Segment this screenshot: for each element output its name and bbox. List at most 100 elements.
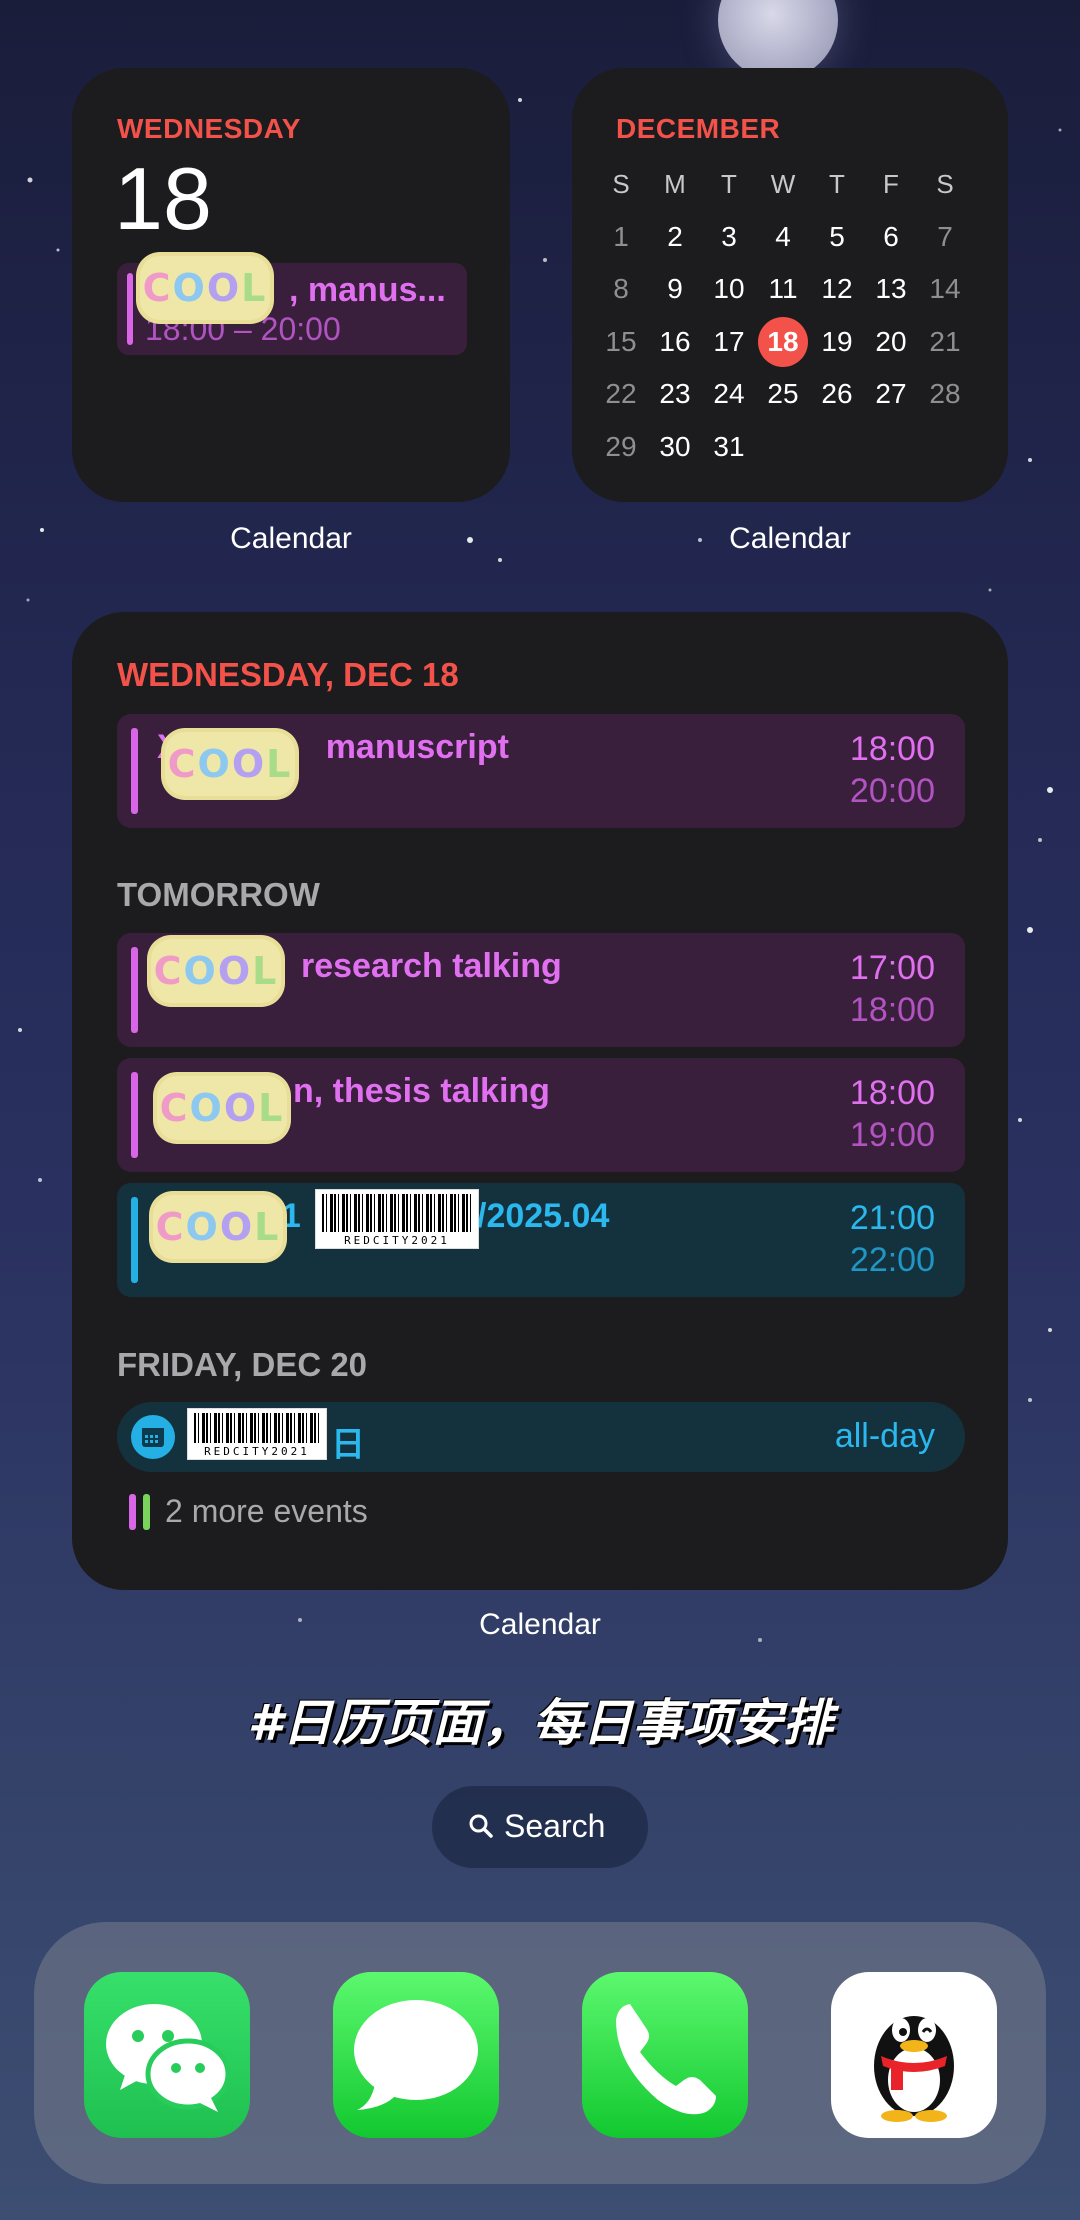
month-day: 3: [702, 221, 756, 253]
month-day-number: 12: [821, 273, 853, 305]
calendar-day-widget[interactable]: WEDNESDAY 18 , manus... 18:00 – 20:00 CO…: [72, 68, 510, 502]
month-day-number: 11: [768, 273, 798, 305]
weekday-header: T: [829, 168, 845, 199]
barcode-lines: [322, 1194, 472, 1232]
month-day: 2: [648, 221, 702, 253]
messages-app-icon[interactable]: [333, 1972, 499, 2138]
dock: [34, 1922, 1046, 2184]
month-widget-caption: Calendar: [729, 522, 851, 555]
month-day: 5: [810, 221, 864, 253]
month-day: 10: [702, 273, 756, 305]
calendar-icon: [131, 1415, 175, 1459]
month-day-number: 8: [613, 273, 629, 305]
month-week-row: 22 23 24 25 26 27 28: [594, 368, 984, 421]
month-day-number: 23: [659, 378, 691, 410]
event-title: /2025.04: [477, 1197, 610, 1235]
event-start-time: 21:00: [849, 1199, 935, 1237]
day-widget-date: 18: [114, 149, 212, 248]
month-day-number: 25: [767, 378, 799, 410]
month-day: 20: [864, 326, 918, 358]
month-day-number: 10: [713, 273, 745, 305]
month-week-row: 15 16 17 18 19 20 21: [594, 316, 984, 369]
phone-app-icon[interactable]: [582, 1972, 748, 2138]
weekday-header: M: [664, 168, 686, 199]
month-day: 26: [810, 378, 864, 410]
month-day-number: 7: [937, 220, 953, 252]
event-end-time: 22:00: [849, 1241, 935, 1279]
cool-sticker-overlay: COOL: [151, 939, 281, 1003]
month-day-number: 28: [929, 378, 961, 410]
weekday-header: S: [936, 168, 954, 199]
month-day: 14: [918, 273, 972, 305]
month-day: 11: [756, 273, 810, 305]
month-day: 23: [648, 378, 702, 410]
month-day-number: 27: [875, 378, 907, 410]
cool-sticker-overlay: COOL: [153, 1195, 283, 1259]
event-color-bar: [131, 728, 138, 814]
month-day: 13: [864, 273, 918, 305]
event-title: research talking: [301, 947, 562, 985]
event-color-bar: [127, 273, 133, 345]
allday-label: all-day: [834, 1417, 935, 1455]
month-day: 4: [756, 221, 810, 253]
barcode-lines: [194, 1413, 320, 1443]
allday-event-row[interactable]: 日 all-day REDCITY2021: [117, 1402, 965, 1472]
tomorrow-header: TOMORROW: [117, 876, 320, 913]
event-row[interactable]: 31 /2025.04 21:00 22:00 COOL REDCITY2021: [117, 1183, 965, 1297]
month-day: 31: [702, 431, 756, 463]
month-day-number: 15: [605, 325, 637, 357]
month-day-number: 31: [713, 430, 745, 462]
event-row[interactable]: n, thesis talking 18:00 19:00 COOL: [117, 1058, 965, 1172]
search-button[interactable]: Search: [432, 1786, 648, 1868]
month-day-number: 18: [758, 316, 808, 367]
event-end-time: 19:00: [849, 1116, 935, 1154]
month-day: 22: [594, 378, 648, 410]
month-day: 28: [918, 378, 972, 410]
more-color-bar-green: [143, 1494, 150, 1530]
month-weekday-header-row: SMTWTFS: [594, 158, 984, 211]
month-day-number: 26: [821, 378, 853, 410]
calendar-list-widget[interactable]: WEDNESDAY, DEC 18 Xmanuscript 18:00 20:0…: [72, 612, 1008, 1590]
month-day: 6: [864, 221, 918, 253]
month-day: 7: [918, 221, 972, 253]
barcode-text: REDCITY2021: [344, 1234, 450, 1247]
month-day-number: 30: [659, 430, 691, 462]
month-day-number: 17: [713, 325, 745, 357]
more-color-bar-pink: [129, 1494, 136, 1530]
allday-event-title: 日: [331, 1426, 365, 1464]
month-day: 21: [918, 326, 972, 358]
barcode-watermark: REDCITY2021: [187, 1408, 327, 1460]
search-label: Search: [504, 1808, 606, 1844]
event-color-bar: [131, 1197, 138, 1283]
event-title: n, thesis talking: [293, 1072, 550, 1110]
weekday-header: S: [612, 168, 630, 199]
cool-sticker-overlay: COOL: [157, 1076, 287, 1140]
month-day: 17: [702, 326, 756, 358]
event-start-time: 18:00: [849, 1074, 935, 1112]
list-widget-caption: Calendar: [479, 1608, 601, 1641]
month-day: 30: [648, 431, 702, 463]
month-day: 9: [648, 273, 702, 305]
weekday-header: T: [721, 168, 737, 199]
event-row[interactable]: research talking 17:00 18:00 COOL: [117, 933, 965, 1047]
day-widget-event-title: , manus...: [289, 271, 446, 309]
month-day-number: 14: [929, 273, 961, 305]
month-week-row: 8 9 10 11 12 13 14: [594, 263, 984, 316]
month-day-number: 16: [659, 325, 691, 357]
event-row[interactable]: Xmanuscript 18:00 20:00 COOL: [117, 714, 965, 828]
month-day-number: 20: [875, 325, 907, 357]
month-day: 29: [594, 431, 648, 463]
calendar-month-widget[interactable]: DECEMBER S M T W T F S 1 2 3 4 5 6 7 8 9 10 11 12 13 14 15 16 1…: [572, 68, 1008, 502]
friday-header: FRIDAY, DEC 20: [117, 1346, 368, 1383]
wechat-app-icon[interactable]: [84, 1972, 250, 2138]
month-day-number: 6: [883, 220, 899, 252]
month-day-number: 2: [667, 220, 683, 252]
day-widget-caption: Calendar: [230, 522, 352, 555]
month-day: 24: [702, 378, 756, 410]
month-day: 1: [594, 221, 648, 253]
month-day-number: 29: [605, 430, 637, 462]
barcode-watermark: REDCITY2021: [315, 1189, 479, 1249]
event-color-bar: [131, 947, 138, 1033]
qq-app-icon[interactable]: [831, 1972, 997, 2138]
weekday-header: F: [883, 168, 899, 199]
